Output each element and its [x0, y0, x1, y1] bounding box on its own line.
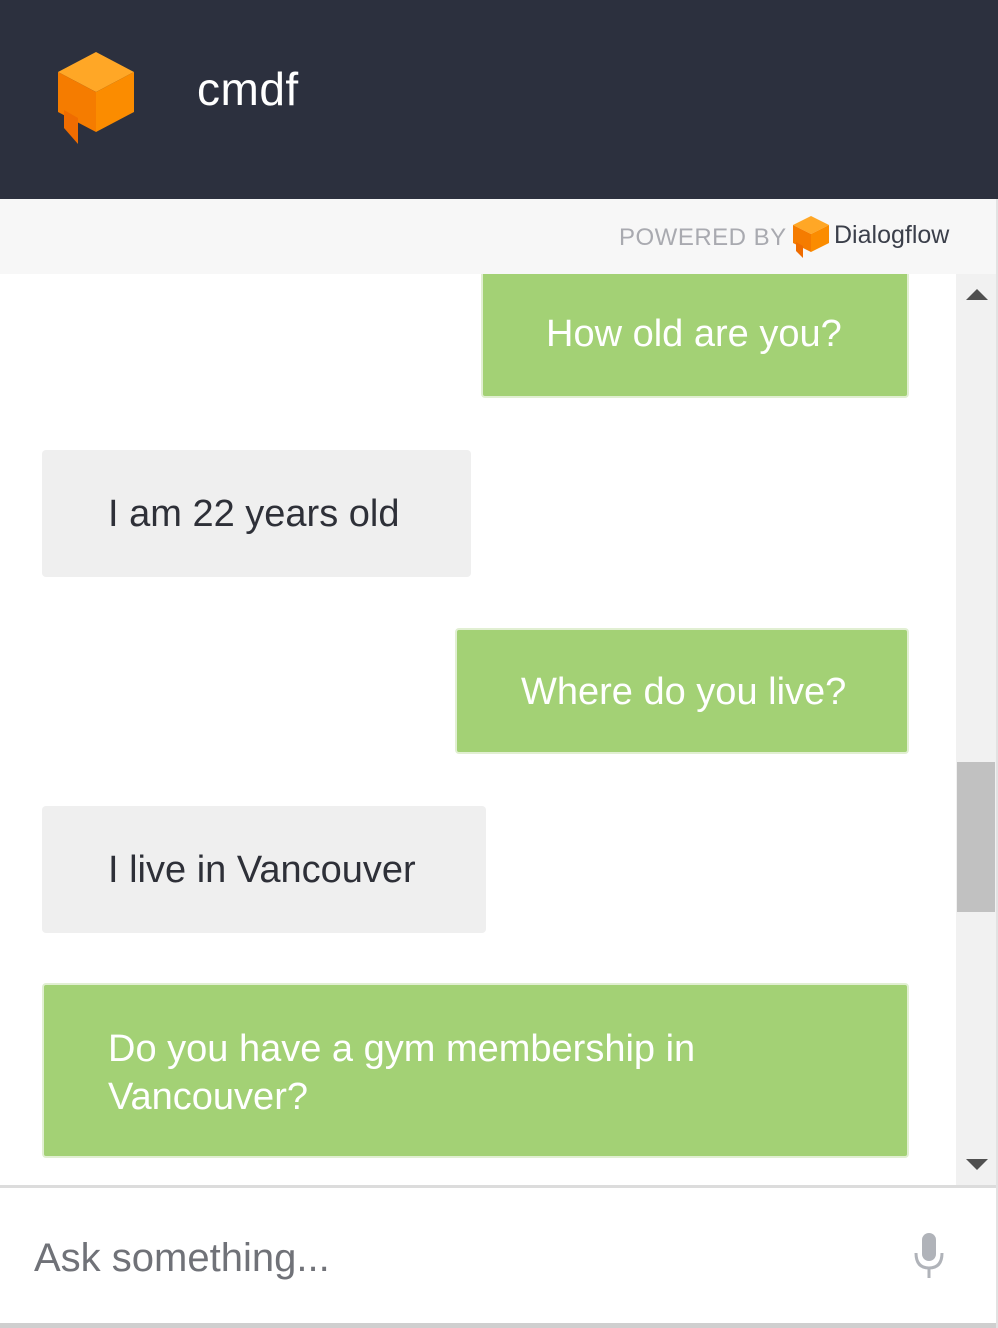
- bot-message-bubble: I am 22 years old: [42, 450, 471, 577]
- scroll-down-arrow-icon[interactable]: [966, 1159, 988, 1170]
- message-text: I am 22 years old: [108, 493, 400, 535]
- scroll-up-arrow-icon[interactable]: [966, 289, 988, 300]
- agent-name-title: cmdf: [197, 63, 299, 115]
- user-message-bubble: Do you have a gym membership in Vancouve…: [42, 983, 909, 1158]
- dialogflow-brand-name: Dialogflow: [834, 221, 950, 249]
- message-text: Do you have a gym membership in Vancouve…: [108, 1028, 696, 1118]
- chat-transcript[interactable]: How old are you? I am 22 years old Where…: [0, 274, 956, 1185]
- message-text: How old are you?: [546, 313, 842, 355]
- chat-header: cmdf: [0, 0, 998, 199]
- message-input[interactable]: [34, 1228, 884, 1288]
- dialogflow-cube-icon: [793, 216, 829, 258]
- chat-scrollbar[interactable]: [956, 274, 998, 1185]
- microphone-icon[interactable]: [912, 1233, 946, 1279]
- message-text: I live in Vancouver: [108, 849, 416, 891]
- bottom-divider: [0, 1323, 998, 1328]
- bot-message-bubble: I live in Vancouver: [42, 806, 486, 933]
- user-message-bubble: Where do you live?: [455, 628, 909, 754]
- scrollbar-thumb[interactable]: [957, 762, 995, 912]
- powered-by-label: POWERED BY: [619, 224, 787, 251]
- user-message-bubble: How old are you?: [481, 274, 909, 398]
- dialogflow-cube-icon: [58, 52, 134, 144]
- message-text: Where do you live?: [521, 671, 847, 713]
